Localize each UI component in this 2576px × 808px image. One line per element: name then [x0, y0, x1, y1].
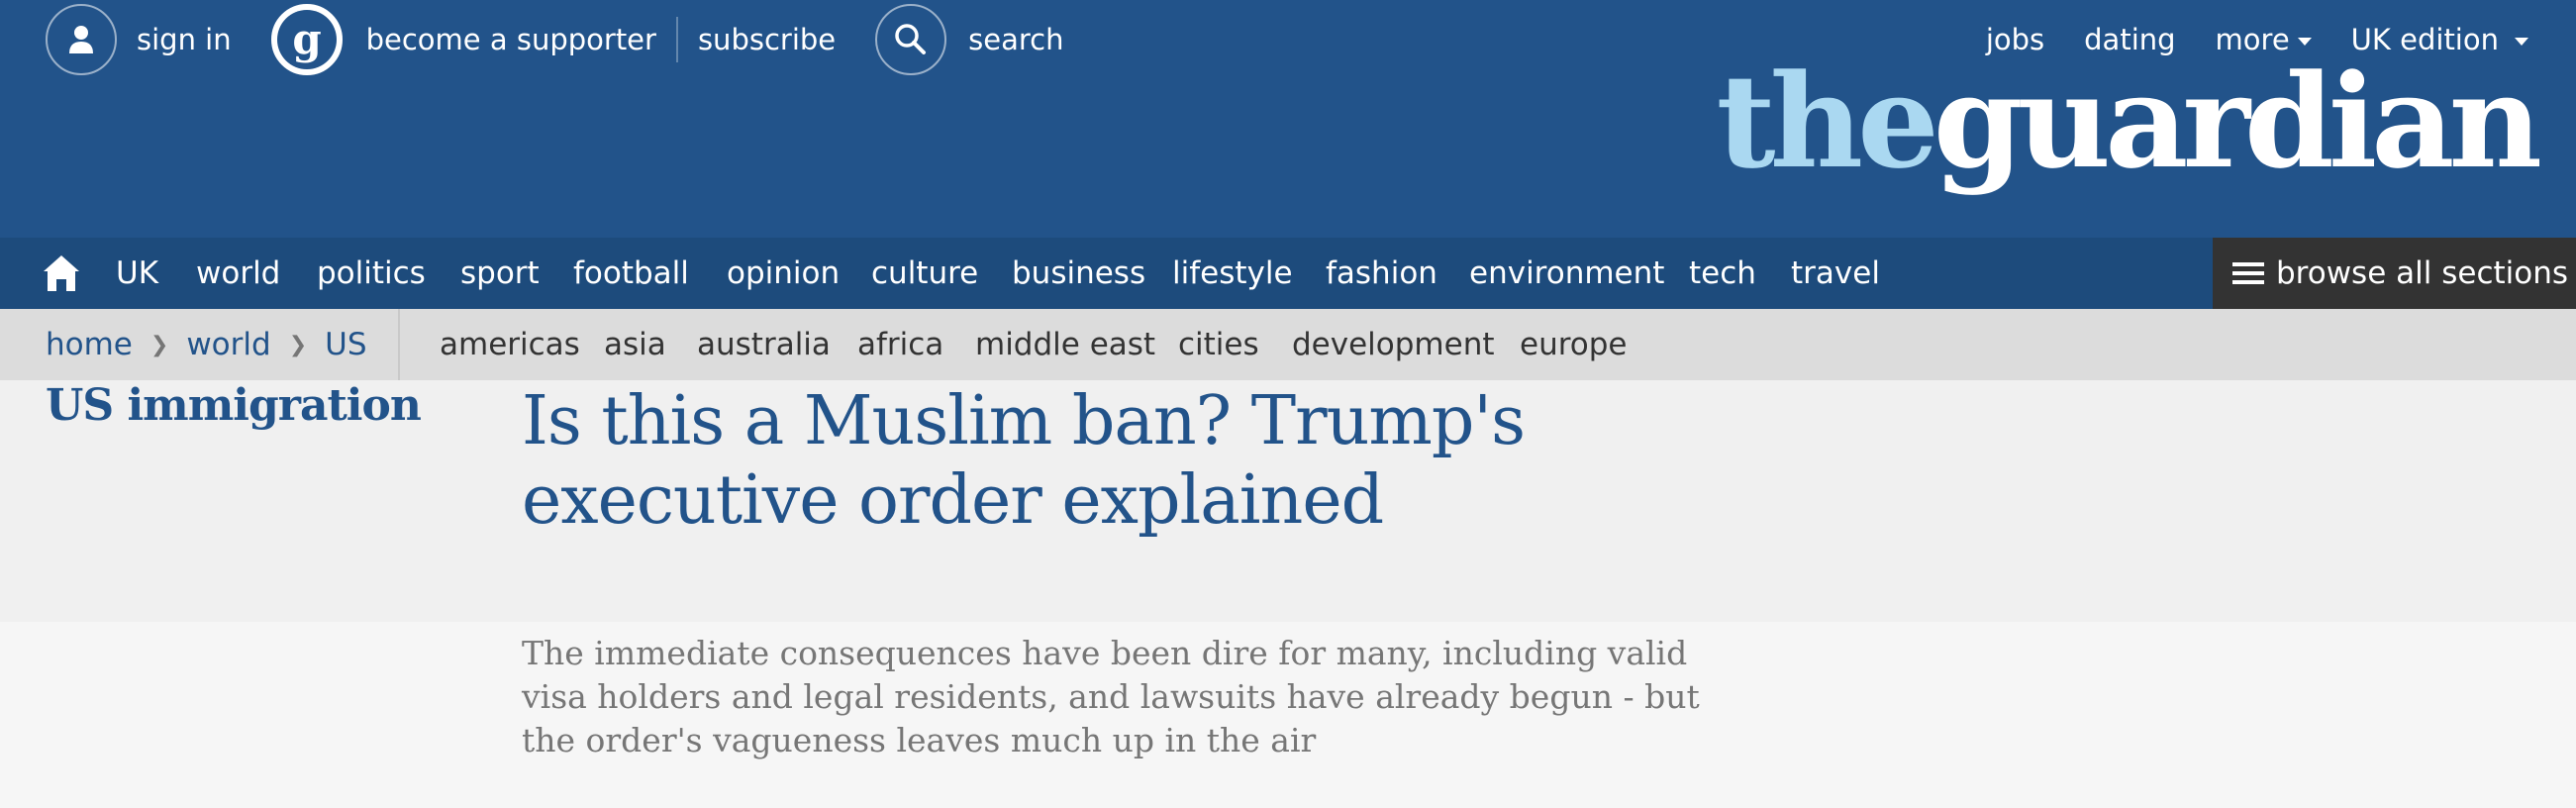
article-header: US immigration Is this a Muslim ban? Tru…: [0, 380, 2576, 622]
subnav-item-cities[interactable]: cities: [1178, 309, 1259, 380]
nav-item-fashion[interactable]: fashion: [1326, 238, 1437, 309]
breadcrumb-us[interactable]: US: [325, 327, 366, 362]
guardian-g-icon[interactable]: g: [270, 4, 343, 75]
nav-item-uk[interactable]: UK: [116, 238, 158, 309]
search-icon[interactable]: [875, 4, 947, 75]
chevron-down-icon: [2297, 38, 2312, 46]
subnav-item-asia[interactable]: asia: [604, 309, 666, 380]
section-label[interactable]: US immigration: [46, 380, 422, 431]
chevron-right-icon: ❯: [149, 332, 169, 357]
nav-item-opinion[interactable]: opinion: [727, 238, 840, 309]
logo-the: the: [1716, 46, 1939, 197]
browse-all-label: browse all sections: [2276, 255, 2569, 291]
divider: [675, 17, 678, 62]
chevron-right-icon: ❯: [288, 332, 308, 357]
nav-item-sport[interactable]: sport: [460, 238, 540, 309]
subnav-item-europe[interactable]: europe: [1520, 309, 1628, 380]
chevron-down-icon: [2515, 38, 2528, 46]
logo-guardian: guardian: [1932, 46, 2542, 197]
breadcrumb-home[interactable]: home: [46, 327, 133, 362]
subnav-item-middle-east[interactable]: middle east: [975, 309, 1155, 380]
nav-item-business[interactable]: business: [1012, 238, 1145, 309]
subnav-item-americas[interactable]: americas: [440, 309, 580, 380]
main-nav: UK world politics sport football opinion…: [0, 238, 2576, 309]
subnav-item-africa[interactable]: africa: [857, 309, 943, 380]
home-icon[interactable]: [40, 252, 83, 295]
nav-item-politics[interactable]: politics: [317, 238, 426, 309]
search-link[interactable]: search: [968, 23, 1063, 56]
nav-item-football[interactable]: football: [573, 238, 689, 309]
become-supporter-link[interactable]: become a supporter: [366, 23, 656, 56]
nav-item-tech[interactable]: tech: [1689, 238, 1756, 309]
article-standfirst-area: The immediate consequences have been dir…: [0, 622, 2576, 808]
nav-item-environment[interactable]: environment: [1469, 238, 1664, 309]
sub-nav: home ❯ world ❯ US americas asia australi…: [0, 309, 2576, 380]
headline: Is this a Muslim ban? Trump's executive …: [522, 382, 1526, 540]
breadcrumb-world[interactable]: world: [186, 327, 270, 362]
sign-in-icon[interactable]: [46, 4, 117, 75]
standfirst: The immediate consequences have been dir…: [522, 634, 1700, 759]
subscribe-link[interactable]: subscribe: [698, 23, 836, 56]
site-header: sign in g become a supporter subscribe s…: [0, 0, 2576, 238]
nav-item-world[interactable]: world: [196, 238, 280, 309]
breadcrumb: home ❯ world ❯ US: [0, 309, 400, 380]
browse-all-sections-button[interactable]: browse all sections: [2213, 238, 2576, 309]
sign-in-link[interactable]: sign in: [137, 23, 232, 56]
subnav-item-australia[interactable]: australia: [697, 309, 831, 380]
nav-item-travel[interactable]: travel: [1791, 238, 1880, 309]
nav-item-culture[interactable]: culture: [871, 238, 978, 309]
svg-text:g: g: [292, 15, 321, 63]
guardian-logo[interactable]: theguardian: [1717, 57, 2542, 186]
subnav-item-development[interactable]: development: [1292, 309, 1495, 380]
nav-item-lifestyle[interactable]: lifestyle: [1172, 238, 1293, 309]
menu-icon: [2232, 262, 2264, 284]
utility-bar-left: sign in g become a supporter subscribe s…: [46, 0, 1063, 79]
